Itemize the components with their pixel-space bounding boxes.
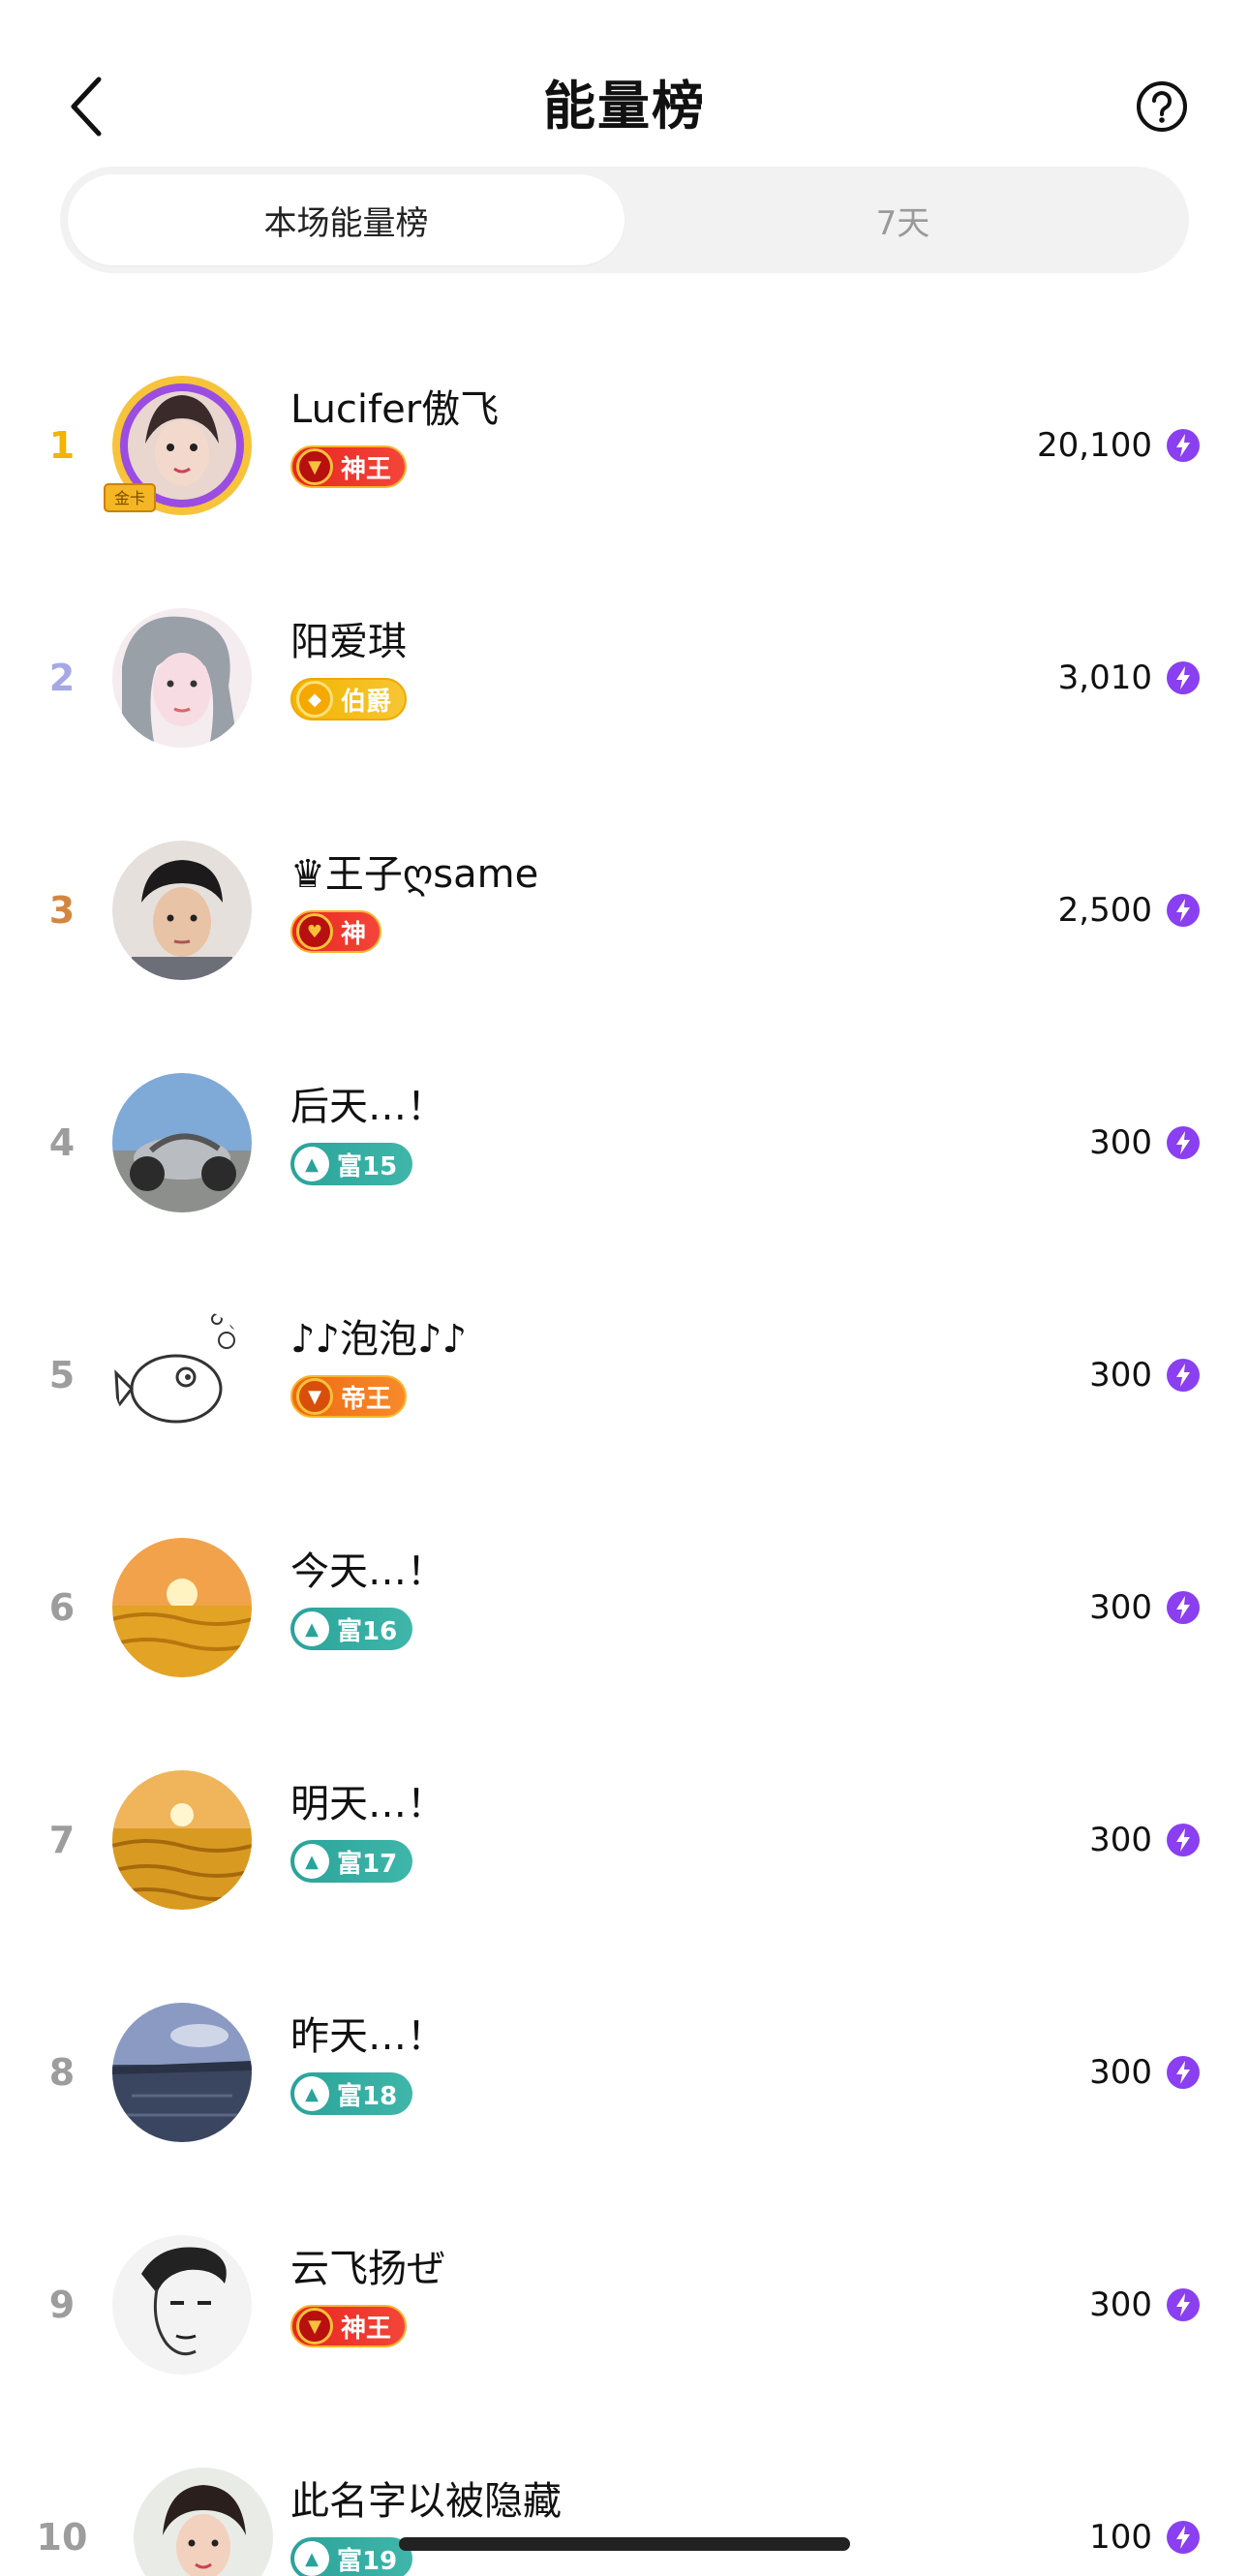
user-name: 后天…！ xyxy=(290,1085,445,1129)
rank-number: 1 xyxy=(48,424,76,467)
level-badge: ▼ 帝王 xyxy=(290,1375,408,1418)
energy-score: 300 xyxy=(1089,1821,1152,1859)
energy-score: 300 xyxy=(1089,2053,1152,2092)
user-name: 今天…！ xyxy=(290,1549,445,1594)
rank-number: 6 xyxy=(48,1586,76,1629)
wealth-badge: ▲ 富18 xyxy=(290,2072,413,2115)
avatar[interactable] xyxy=(112,608,252,748)
list-item[interactable]: 5 ♪♪泡泡♪♪ ▼ 帝王 300 xyxy=(0,1259,1249,1491)
energy-score: 2,500 xyxy=(1057,891,1152,930)
svg-text:金卡: 金卡 xyxy=(114,489,145,507)
rank-number: 8 xyxy=(48,2051,76,2094)
tab-current-energy[interactable]: 本场能量榜 xyxy=(68,174,624,265)
lightning-icon xyxy=(1167,1359,1200,1392)
energy-score: 20,100 xyxy=(1037,426,1152,465)
list-item[interactable]: 1 金卡 Lucifer傲飞 ▼ 神王 20,100 xyxy=(0,329,1249,562)
avatar[interactable] xyxy=(112,841,252,980)
wealth-badge: ▲ 富19 xyxy=(290,2537,413,2576)
level-badge: ▼ 神王 xyxy=(290,2305,408,2347)
triangle-icon: ▲ xyxy=(294,1611,329,1646)
list-item[interactable]: 6 今天…！ ▲ 富16 300 xyxy=(0,1491,1249,1724)
lightning-icon xyxy=(1167,1126,1200,1159)
list-item[interactable]: 7 明天…！ ▲ 富17 300 xyxy=(0,1724,1249,1956)
lightning-icon xyxy=(1167,661,1200,694)
medal-icon: ▼ xyxy=(296,2308,333,2345)
user-name: 昨天…！ xyxy=(290,2014,445,2059)
rank-number: 9 xyxy=(48,2284,76,2326)
header: 能量榜 xyxy=(0,58,1249,155)
wealth-badge: ▲ 富15 xyxy=(290,1143,413,1185)
ranking-tabs: 本场能量榜 7天 xyxy=(60,167,1189,273)
user-name: ♪♪泡泡♪♪ xyxy=(290,1317,468,1362)
question-circle-icon xyxy=(1137,81,1187,132)
diamond-icon: ◆ xyxy=(296,681,333,718)
avatar[interactable]: 金卡 xyxy=(104,376,252,515)
heart-icon: ♥ xyxy=(296,913,333,950)
energy-score: 3,010 xyxy=(1057,659,1152,697)
help-button[interactable] xyxy=(1123,68,1201,145)
lightning-icon xyxy=(1167,2521,1200,2554)
list-item[interactable]: 10 此名字以被隐藏 ▲ 富19 100 xyxy=(0,2421,1249,2576)
rank-number: 10 xyxy=(36,2516,88,2559)
avatar[interactable] xyxy=(112,1073,252,1212)
avatar[interactable] xyxy=(112,1770,252,1910)
user-name: 云飞扬ぜ xyxy=(290,2247,445,2291)
tab-7-days[interactable]: 7天 xyxy=(624,174,1181,265)
rank-number: 7 xyxy=(48,1819,76,1861)
home-indicator[interactable] xyxy=(399,2537,850,2551)
lightning-icon xyxy=(1167,1591,1200,1624)
wealth-badge: ▲ 富16 xyxy=(290,1608,413,1650)
level-badge: ▼ 神王 xyxy=(290,445,408,488)
energy-score: 300 xyxy=(1089,2285,1152,2324)
energy-score: 300 xyxy=(1089,1123,1152,1162)
avatar[interactable] xyxy=(112,2235,252,2375)
lightning-icon xyxy=(1167,2056,1200,2089)
energy-score: 300 xyxy=(1089,1356,1152,1395)
triangle-icon: ▲ xyxy=(294,2541,329,2576)
avatar[interactable] xyxy=(112,1305,252,1445)
rank-number: 4 xyxy=(48,1121,76,1164)
list-item[interactable]: 4 后天…！ ▲ 富15 300 xyxy=(0,1027,1249,1259)
lightning-icon xyxy=(1167,1824,1200,1856)
user-name: 阳爱琪 xyxy=(290,620,407,664)
avatar[interactable] xyxy=(134,2468,273,2576)
level-badge: ◆ 伯爵 xyxy=(290,678,408,721)
rank-number: 2 xyxy=(48,657,76,699)
list-item[interactable]: 8 昨天…！ ▲ 富18 300 xyxy=(0,1956,1249,2189)
list-item[interactable]: 9 云飞扬ぜ ▼ 神王 300 xyxy=(0,2189,1249,2421)
triangle-icon: ▲ xyxy=(294,1844,329,1879)
list-item[interactable]: 2 阳爱琪 ◆ 伯爵 3,010 xyxy=(0,562,1249,794)
medal-icon: ▼ xyxy=(296,448,333,485)
energy-score: 300 xyxy=(1089,1588,1152,1627)
triangle-icon: ▲ xyxy=(294,1147,329,1181)
lightning-icon xyxy=(1167,429,1200,462)
level-badge: ♥ 神 xyxy=(290,910,382,953)
triangle-icon: ▲ xyxy=(294,2076,329,2111)
user-name: 明天…！ xyxy=(290,1782,445,1826)
energy-ranking-screen: 能量榜 本场能量榜 7天 1 金卡 Lucifer傲飞 ▼ 神王 20,100 … xyxy=(0,0,1249,2576)
avatar[interactable] xyxy=(112,2003,252,2142)
list-item[interactable]: 3 ♛王子ღsame ♥ 神 2,500 xyxy=(0,794,1249,1027)
avatar[interactable] xyxy=(112,1538,252,1677)
rank-number: 5 xyxy=(48,1354,76,1396)
wealth-badge: ▲ 富17 xyxy=(290,1840,413,1883)
rank-number: 3 xyxy=(48,889,76,932)
energy-score: 100 xyxy=(1089,2518,1152,2557)
lightning-icon xyxy=(1167,894,1200,927)
page-title: 能量榜 xyxy=(543,76,706,137)
user-name: 此名字以被隐藏 xyxy=(290,2479,562,2524)
user-name: ♛王子ღsame xyxy=(290,852,539,897)
lightning-icon xyxy=(1167,2288,1200,2321)
user-name: Lucifer傲飞 xyxy=(290,387,500,432)
medal-icon: ▼ xyxy=(296,1378,333,1415)
